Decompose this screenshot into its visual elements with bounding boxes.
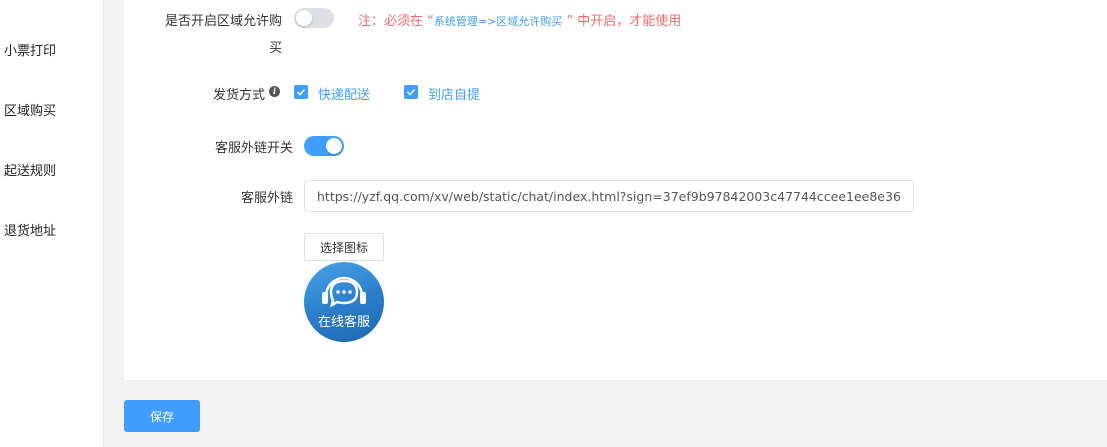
sidebar-item-receipt-print[interactable]: 小票打印 [4, 40, 56, 59]
save-button[interactable]: 保存 [124, 400, 200, 432]
region-purchase-label-line2: 买 [268, 41, 282, 56]
store-pickup-label[interactable]: 到店自提 [428, 84, 480, 103]
system-management-link[interactable]: 系统管理=>区域允许购买 [434, 15, 562, 28]
sidebar-item-minimum-delivery[interactable]: 起送规则 [4, 160, 56, 179]
service-link-label: 客服外链 [240, 191, 293, 206]
note-prefix: 注：必须在 “ [358, 14, 434, 29]
info-icon: i [269, 86, 280, 97]
switch-knob [326, 138, 342, 154]
delivery-method-label: 发货方式 [212, 88, 265, 103]
service-link-switch-label: 客服外链开关 [214, 141, 293, 156]
region-purchase-switch[interactable] [294, 8, 334, 28]
sidebar: 小票打印 区域购买 起送规则 退货地址 [0, 0, 104, 447]
service-icon-caption: 在线客服 [317, 315, 370, 330]
customer-service-icon: 在线客服 [304, 262, 384, 342]
sidebar-item-region-purchase[interactable]: 区域购买 [4, 100, 56, 119]
footer-bar [104, 380, 1107, 447]
switch-knob [296, 10, 312, 26]
express-delivery-checkbox[interactable] [294, 85, 308, 99]
express-delivery-label[interactable]: 快递配送 [318, 84, 370, 103]
checkmark-icon [406, 88, 416, 96]
checkmark-icon [296, 88, 306, 96]
select-icon-button[interactable]: 选择图标 [304, 233, 384, 261]
headset-chat-icon [322, 276, 366, 308]
service-link-switch[interactable] [304, 136, 344, 156]
service-link-input[interactable] [304, 180, 914, 212]
sidebar-item-return-address[interactable]: 退货地址 [4, 220, 56, 239]
region-purchase-label-line1: 是否开启区域允许购 [164, 14, 282, 29]
store-pickup-checkbox[interactable] [404, 85, 418, 99]
region-purchase-note: 注：必须在 “系统管理=>区域允许购买 ” 中开启，才能使用 [358, 10, 681, 29]
region-purchase-label: 是否开启区域允许购 买 [150, 10, 282, 56]
note-suffix: ” 中开启，才能使用 [562, 14, 682, 29]
